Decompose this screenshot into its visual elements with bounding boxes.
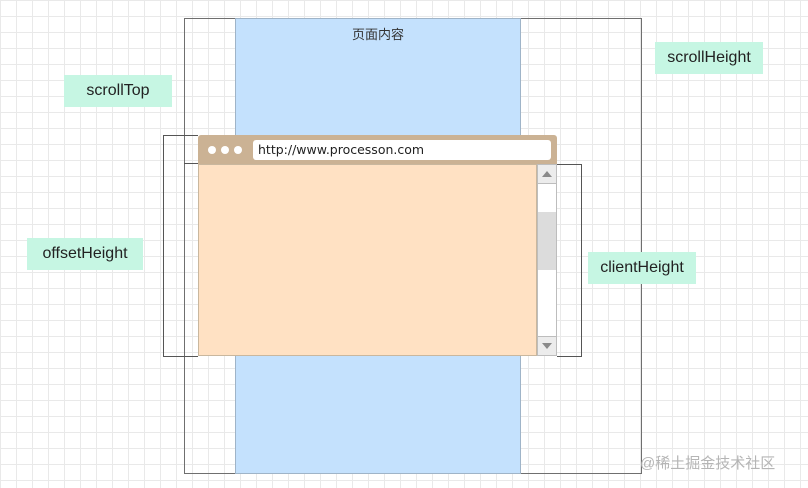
watermark: @稀土掘金技术社区 <box>640 455 776 472</box>
offsetheight-bracket-vertical <box>163 135 164 357</box>
scroll-down-button[interactable] <box>537 336 557 356</box>
window-dot-icon <box>208 146 216 154</box>
window-dot-icon <box>234 146 242 154</box>
arrow-up-icon <box>542 171 552 177</box>
address-bar[interactable]: http://www.processon.com <box>253 140 551 160</box>
scrollheight-label: scrollHeight <box>655 42 763 74</box>
offsetheight-bracket-top <box>163 135 198 136</box>
offsetheight-label: offsetHeight <box>27 238 143 270</box>
page-content-label: 页面内容 <box>351 27 404 42</box>
scrolltop-bracket-bottom <box>184 163 198 164</box>
scrolltop-label: scrollTop <box>64 75 172 107</box>
scrollbar-thumb[interactable] <box>538 212 556 270</box>
clientheight-bracket-top <box>557 164 582 165</box>
clientheight-bracket-vertical <box>581 164 582 357</box>
browser-viewport <box>198 164 537 356</box>
arrow-down-icon <box>542 343 552 349</box>
offsetheight-bracket-bottom <box>163 356 198 357</box>
clientheight-label: clientHeight <box>588 252 696 284</box>
scroll-up-button[interactable] <box>537 164 557 184</box>
clientheight-bracket-bottom <box>557 356 582 357</box>
window-dot-icon <box>221 146 229 154</box>
